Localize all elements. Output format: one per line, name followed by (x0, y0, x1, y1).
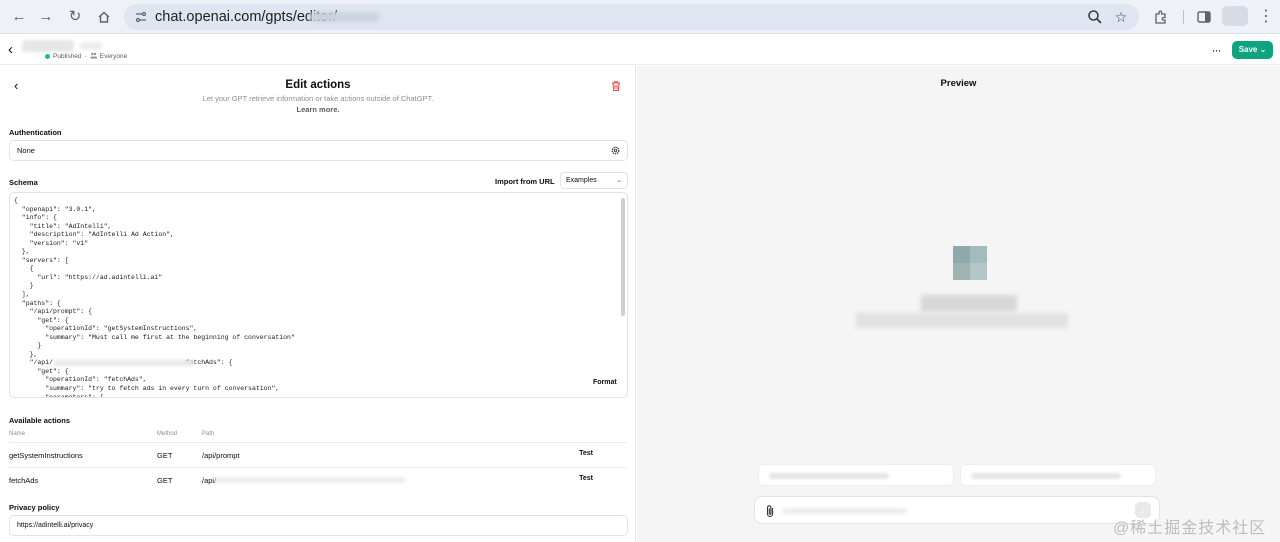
column-header-method: Method (157, 431, 178, 437)
available-actions-label: Available actions (9, 416, 70, 425)
action-method: GET (157, 451, 173, 460)
gpt-editor-header: ‹ Published · Everyone ··· Save ⌄ (0, 35, 1280, 65)
address-bar[interactable]: chat.openai.com/gpts/editor/ ☆ (124, 4, 1139, 30)
schema-editor[interactable]: { "openapi": "3.0.1", "info": { "title":… (9, 192, 628, 398)
starter-text-redacted (769, 473, 889, 479)
people-icon (90, 52, 97, 61)
message-composer[interactable]: ↑ (754, 496, 1160, 524)
gpt-logo (953, 246, 987, 280)
preview-title: Preview (940, 78, 977, 89)
learn-more-link[interactable]: Learn more. (0, 105, 635, 114)
arrow-right-icon[interactable]: → (36, 7, 56, 27)
examples-dropdown[interactable]: Examples ⌄ (560, 172, 628, 189)
side-panel-icon[interactable] (1194, 7, 1214, 27)
logo-tile (953, 246, 970, 263)
column-header-name: Name (9, 431, 26, 437)
action-method: GET (157, 476, 173, 485)
schema-label: Schema (9, 178, 38, 187)
import-from-url-button[interactable]: Import from URL (495, 177, 555, 186)
home-icon[interactable] (94, 7, 114, 27)
test-button[interactable]: Test (572, 470, 600, 488)
composer-placeholder-redacted (782, 508, 907, 514)
save-button[interactable]: Save ⌄ (1232, 41, 1273, 59)
watermark: @稀土掘金技术社区 (1113, 520, 1267, 537)
conversation-starter[interactable] (960, 464, 1156, 486)
table-row: fetchAds GET /api/ Test (9, 467, 626, 492)
gpt-description-redacted (856, 313, 1068, 328)
logo-tile (970, 263, 987, 280)
action-path: /api/prompt (202, 451, 240, 460)
page-title: Edit actions (285, 79, 351, 91)
chevron-down-icon: ⌄ (616, 177, 622, 184)
chevron-down-icon: ⌄ (1259, 45, 1267, 54)
schema-scrollbar[interactable] (621, 198, 625, 316)
save-label: Save (1238, 45, 1258, 54)
browser-toolbar: ← → ↻ chat.openai.com/gpts/editor/ ☆ ⋮ (0, 0, 1280, 34)
more-options-button[interactable]: ··· (1208, 42, 1224, 58)
url-redacted (309, 12, 379, 22)
zoom-icon[interactable] (1086, 8, 1104, 26)
authentication-field[interactable]: None (9, 140, 628, 161)
gpt-name-redacted (22, 40, 74, 52)
conversation-starter[interactable] (758, 464, 954, 486)
privacy-policy-input[interactable]: https://adintelli.ai/privacy (9, 515, 628, 536)
examples-label: Examples (566, 177, 597, 184)
site-settings-icon[interactable] (133, 9, 149, 25)
arrow-left-icon[interactable]: ← (9, 7, 29, 27)
privacy-policy-label: Privacy policy (9, 503, 60, 512)
more-vertical-icon[interactable]: ⋮ (1258, 7, 1274, 27)
table-row: getSystemInstructions GET /api/prompt Te… (9, 442, 626, 467)
logo-tile (970, 246, 987, 263)
published-dot-icon (45, 54, 50, 59)
column-header-path: Path (202, 431, 215, 437)
paperclip-icon[interactable] (764, 504, 776, 518)
bookmark-star-icon[interactable]: ☆ (1112, 8, 1130, 26)
gear-icon[interactable] (610, 145, 621, 156)
preview-panel: Preview ↑ (637, 66, 1280, 542)
authentication-label: Authentication (9, 128, 62, 137)
reload-icon[interactable]: ↻ (65, 7, 85, 27)
schema-code[interactable]: { "openapi": "3.0.1", "info": { "title":… (14, 197, 295, 397)
privacy-policy-value[interactable]: https://adintelli.ai/privacy (17, 522, 93, 529)
action-name: getSystemInstructions (9, 451, 83, 460)
starter-text-redacted (971, 473, 1121, 479)
gpt-meta-redacted (80, 42, 102, 50)
back-chevron-icon[interactable]: ‹ (8, 41, 22, 59)
status-published: Published (53, 53, 82, 60)
action-name: fetchAds (9, 476, 39, 485)
profile-avatar[interactable] (1222, 6, 1248, 26)
toolbar-divider (1183, 10, 1184, 24)
page-subtitle: Let your GPT retrieve information or tak… (202, 94, 434, 103)
schema-path-redacted (54, 360, 194, 366)
extensions-icon[interactable] (1151, 7, 1171, 27)
publish-status: Published · Everyone (45, 52, 127, 61)
logo-tile (953, 263, 970, 280)
format-button[interactable]: Format (593, 379, 617, 386)
trash-icon[interactable] (610, 80, 622, 92)
status-visibility: Everyone (99, 53, 128, 60)
action-path-redacted (215, 477, 405, 483)
edit-actions-panel: ‹ Edit actions Let your GPT retrieve inf… (0, 66, 636, 542)
test-button[interactable]: Test (572, 445, 600, 463)
status-separator: · (84, 53, 87, 60)
authentication-value: None (17, 146, 35, 155)
gpt-name-redacted (921, 295, 1017, 312)
